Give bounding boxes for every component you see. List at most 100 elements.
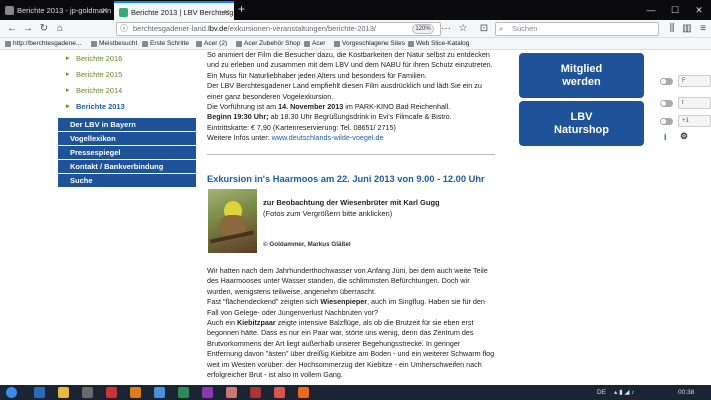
photo-credit: © Goldammer, Markus Gläßel	[263, 241, 351, 248]
bookmark-item[interactable]: Acer Zubehör Shop	[235, 38, 300, 49]
close-window-icon[interactable]: ✕	[687, 0, 711, 20]
article-paragraph: So animiert der Film die Besucher dazu, …	[207, 51, 493, 80]
google-plus-icon: +1	[682, 118, 689, 124]
app-icon[interactable]	[226, 387, 237, 398]
bookmark-item[interactable]: Acer (2)	[195, 38, 227, 49]
text: zeigte intensive Balzflüge, als ob die B…	[207, 318, 495, 380]
home-icon[interactable]: ⌂	[52, 21, 68, 37]
text: im PARK-KINO Bad Reichenhall.	[343, 102, 451, 112]
article-paragraph: Fast "flächendeckend" zeigten sich Wiese…	[207, 297, 497, 318]
google-plus-toggle[interactable]	[660, 118, 673, 125]
forward-arrow-icon[interactable]: →	[20, 21, 36, 37]
window-controls: — ☐ ✕	[639, 0, 711, 20]
article-paragraph: Eintrittskarte: € 7,90 (Kartenreservieru…	[207, 122, 396, 132]
external-link[interactable]: www.deutschlands-wilde-voegel.de	[272, 133, 384, 142]
sidebar-item-berichte-2014[interactable]: Berichte 2014	[58, 83, 196, 99]
naturshop-button[interactable]: LBV Naturshop	[519, 101, 644, 146]
url-prefix: berchtesgadener-land.	[133, 24, 209, 33]
tab-label: Berichte 2013 - jp-goldmann	[17, 6, 112, 15]
app-icon[interactable]	[202, 387, 213, 398]
article-paragraph: Die Vorführung ist am 14. November 2013 …	[207, 102, 497, 112]
button-label: Naturshop	[554, 123, 609, 136]
firefox-icon[interactable]	[130, 387, 141, 398]
info-icon[interactable]: i	[664, 132, 667, 142]
reload-icon[interactable]: ↻	[36, 21, 52, 37]
tab-close-icon[interactable]: ✕	[223, 3, 230, 20]
article-exkursion-body: Wir hatten nach dem Jahrhunderthochwasse…	[207, 266, 497, 380]
divider	[207, 154, 495, 155]
bookmark-item[interactable]: Web Slice-Katalog	[407, 38, 469, 49]
search-input[interactable]: ⌕ Suchen	[495, 22, 659, 36]
zoom-indicator[interactable]: 120%	[412, 24, 434, 34]
back-arrow-icon[interactable]: ←	[4, 21, 20, 37]
app-icon[interactable]	[106, 387, 117, 398]
explorer-icon[interactable]	[58, 387, 69, 398]
menu-pressespiegel[interactable]: Pressespiegel	[58, 146, 196, 160]
twitter-share-button[interactable]: t	[678, 97, 711, 109]
sidebar-item-berichte-2015[interactable]: Berichte 2015	[58, 67, 196, 83]
url-host: lbv.de	[208, 24, 228, 33]
button-label: LBV	[570, 110, 593, 123]
mitglied-werden-button[interactable]: Mitglied werden	[519, 53, 644, 98]
button-label: Mitglied	[560, 62, 603, 75]
twitter-icon: t	[682, 100, 684, 106]
new-tab-icon[interactable]: +	[238, 1, 245, 18]
url-bar[interactable]: ⓘ berchtesgadener-land.lbv.de/exkursione…	[116, 22, 441, 36]
bookmark-item[interactable]: Meistbesucht	[90, 38, 137, 49]
menu-suche[interactable]: Suche	[58, 174, 196, 188]
tray-icons[interactable]: ▴ ▮ ◢ ♪	[614, 385, 635, 400]
maximize-icon[interactable]: ☐	[663, 0, 687, 20]
page-actions-icon[interactable]: ···	[438, 21, 454, 37]
text: Weitere Infos unter:	[207, 133, 272, 143]
tab-jp-goldmann[interactable]: Berichte 2013 - jp-goldmann ✕	[0, 1, 112, 20]
article-paragraph: Auch ein Kiebitzpaar zeigte intensive Ba…	[207, 318, 497, 380]
article-paragraph: Weitere Infos unter: www.deutschlands-wi…	[207, 133, 497, 143]
app-icon[interactable]	[250, 387, 261, 398]
sidebar-item-berichte-2013[interactable]: Berichte 2013	[58, 99, 196, 115]
twitter-toggle[interactable]	[660, 100, 673, 107]
tab-favicon-icon	[5, 6, 14, 15]
sidebar-toggle-icon[interactable]: ▥	[679, 21, 695, 37]
app-icon[interactable]	[154, 387, 165, 398]
clock[interactable]: 00:38	[678, 385, 694, 400]
tab-lbv-berichte[interactable]: Berichte 2013 | LBV Berchtesgad ✕	[114, 1, 234, 20]
gear-icon[interactable]: ⚙	[680, 131, 688, 142]
sidebar-item-berichte-2016[interactable]: Berichte 2016	[58, 51, 196, 67]
facebook-share-button[interactable]: F	[678, 75, 711, 87]
minimize-icon[interactable]: —	[639, 0, 663, 20]
search-placeholder: Suchen	[512, 24, 538, 33]
bookmark-star-icon[interactable]: ☆	[455, 21, 471, 37]
google-plus-button[interactable]: +1	[678, 115, 711, 127]
site-info-icon[interactable]: ⓘ	[120, 23, 128, 35]
facebook-toggle[interactable]	[660, 78, 673, 85]
text: Auch ein	[207, 318, 237, 328]
firefox-active-icon[interactable]	[298, 387, 309, 398]
media-icon[interactable]	[82, 387, 93, 398]
bookmarks-bar: http://berchtesgadene... Meistbesucht Er…	[0, 38, 711, 50]
caption-subtitle: (Fotos zum Vergrößern bitte anklicken)	[263, 208, 393, 218]
menu-vogellexikon[interactable]: Vogellexikon	[58, 132, 196, 146]
text: Die Vorführung ist am	[207, 102, 279, 112]
tab-bar: Berichte 2013 - jp-goldmann ✕ Berichte 2…	[0, 0, 711, 20]
menu-kontakt[interactable]: Kontakt / Bankverbindung	[58, 160, 196, 174]
language-indicator[interactable]: DE	[597, 385, 606, 400]
bookmark-item[interactable]: http://berchtesgadene...	[4, 38, 81, 49]
menu-icon[interactable]: ≡	[695, 21, 711, 37]
article-paragraph: Wir hatten nach dem Jahrhunderthochwasse…	[207, 266, 488, 296]
bookmark-item[interactable]: Acer	[303, 38, 325, 49]
app-icon[interactable]	[274, 387, 285, 398]
goldammer-photo[interactable]	[208, 189, 257, 253]
menu-der-lbv-in-bayern[interactable]: Der LBV in Bayern	[58, 118, 196, 132]
reader-view-icon[interactable]: ⊡	[476, 21, 492, 37]
ie-icon[interactable]	[34, 387, 45, 398]
library-icon[interactable]: ⫼	[664, 21, 680, 37]
bookmark-item[interactable]: Vorgeschlagene Sites	[333, 38, 405, 49]
bookmark-item[interactable]: Erste Schritte	[141, 38, 189, 49]
article-heading: Exkursion in's Haarmoos am 22. Juni 2013…	[207, 174, 485, 184]
web-page: Berichte 2016 Berichte 2015 Berichte 201…	[0, 51, 711, 385]
tab-close-icon[interactable]: ✕	[101, 1, 108, 20]
start-button-icon[interactable]	[6, 387, 17, 398]
windows-taskbar: DE ▴ ▮ ◢ ♪ 00:38	[0, 385, 711, 400]
species-bold: Kiebitzpaar	[236, 318, 276, 328]
app-icon[interactable]	[178, 387, 189, 398]
